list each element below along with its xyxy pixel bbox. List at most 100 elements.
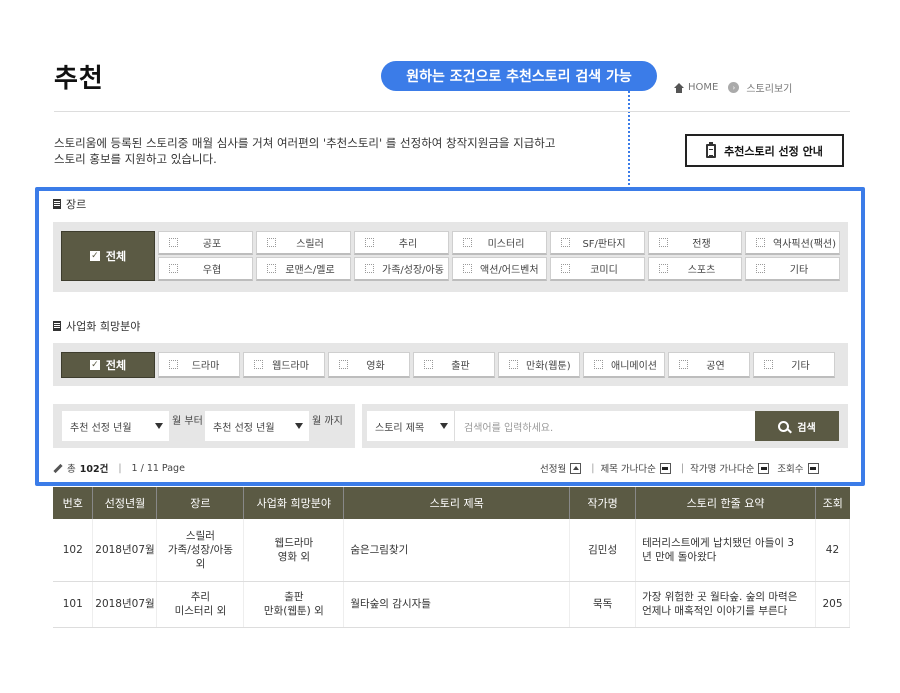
sort-title-button[interactable] <box>659 462 671 474</box>
callout-badge: 원하는 조건으로 추천스토리 검색 가능 <box>381 61 657 91</box>
genre-option[interactable]: 공포 <box>158 231 253 255</box>
cell-line: 년 만에 돌아왔다 <box>642 550 717 563</box>
checkbox-icon <box>365 238 374 247</box>
cell-summary: 테러리스트에게 납치됐던 아들이 3년 만에 돌아왔다 <box>635 519 816 582</box>
search-field-select[interactable]: 스토리 제목 <box>367 411 454 441</box>
cell-title[interactable]: 숨은그림찾기 <box>343 519 571 582</box>
column-header[interactable]: 장르 <box>156 487 245 519</box>
genre-option-label: SF/판타지 <box>582 239 626 250</box>
selection-guide-button[interactable]: 추천스토리 선정 안내 <box>685 134 844 167</box>
breadcrumb-home[interactable]: HOME <box>688 82 718 93</box>
column-header[interactable]: 스토리 제목 <box>343 487 571 519</box>
cell-line: 만화(웹툰) 외 <box>263 605 324 617</box>
sort-label-views: 조회수 <box>777 464 804 475</box>
genre-option-label: 미스터리 <box>487 239 525 250</box>
business-option[interactable]: 영화 <box>328 352 410 378</box>
cell-field: 웹드라마 영화 외 <box>243 519 345 582</box>
sort-down-icon <box>810 466 817 470</box>
genre-option[interactable]: SF/판타지 <box>550 231 645 255</box>
search-input[interactable]: 검색어를 입력하세요. <box>454 411 755 441</box>
results-table: 번호 선정년월 장르 사업화 희망분야 스토리 제목 작가명 스토리 한줄 요약… <box>53 487 851 628</box>
caret-down-icon <box>440 423 448 429</box>
cell-date: 2018년07월 <box>92 519 158 582</box>
column-header[interactable]: 사업화 희망분야 <box>243 487 345 519</box>
checkbox-icon <box>509 360 518 369</box>
cell-line: 추리 <box>190 591 211 603</box>
sort-controls: 선정월 | 제목 가나다순 | 작가명 가나다순 조회수 <box>540 461 823 475</box>
year-from-select[interactable]: 추천 선정 년월 <box>62 411 169 441</box>
business-section-label: 사업화 희망분야 <box>53 318 140 334</box>
genre-all-button[interactable]: ✓ 전체 <box>61 231 155 281</box>
cell-genre: 추리 미스터리 외 <box>156 581 245 628</box>
business-option[interactable]: 드라마 <box>158 352 240 378</box>
sort-author-button[interactable] <box>758 462 770 474</box>
cell-line: 외 <box>195 557 206 570</box>
business-option-label: 드라마 <box>191 361 220 372</box>
genre-option[interactable]: 가족/성장/아동 <box>354 257 449 281</box>
business-option[interactable]: 출판 <box>413 352 495 378</box>
cell-author: 묵독 <box>569 581 637 628</box>
cell-title[interactable]: 월타숲의 감시자들 <box>343 581 571 628</box>
search-button[interactable]: 검색 <box>755 411 839 441</box>
business-option-label: 애니메이션 <box>611 361 657 372</box>
table-row[interactable]: 101 2018년07월 추리 미스터리 외 출판 만화(웹툰) 외 월타숲의 감시자들 묵독… <box>53 581 851 628</box>
genre-option-label: 전쟁 <box>692 239 711 250</box>
genre-option-label: 추리 <box>398 239 418 250</box>
genre-option[interactable]: 전쟁 <box>648 231 742 255</box>
table-row[interactable]: 102 2018년07월 스릴러 가족/성장/아동 외 웹드라마 영화 외 숨은그림찾기 김민성… <box>53 519 851 582</box>
year-to-select[interactable]: 추천 선정 년월 <box>205 411 309 441</box>
checkbox-icon <box>267 264 276 273</box>
genre-option[interactable]: 미스터리 <box>452 231 547 255</box>
column-header[interactable]: 선정년월 <box>92 487 158 519</box>
result-summary: 총 102건 | 1 / 11 Page <box>53 461 185 475</box>
cell-line: 스릴러 <box>185 529 215 542</box>
column-header[interactable]: 스토리 한줄 요약 <box>635 487 816 519</box>
business-option[interactable]: 공연 <box>668 352 750 378</box>
genre-option[interactable]: 코미디 <box>550 257 645 281</box>
genre-option[interactable]: 기타 <box>745 257 840 281</box>
check-icon: ✓ <box>89 360 100 370</box>
genre-option[interactable]: 추리 <box>354 231 449 255</box>
search-field-value: 스토리 제목 <box>375 422 425 434</box>
year-to-value: 추천 선정 년월 <box>213 422 275 434</box>
cell-author: 김민성 <box>569 519 637 582</box>
genre-option[interactable]: 역사픽션(팩션) <box>745 231 840 255</box>
checkbox-icon <box>365 264 374 273</box>
business-option[interactable]: 만화(웹툰) <box>498 352 580 378</box>
intro-line-1: 스토리움에 등록된 스토리중 매월 심사를 거쳐 여러편의 '추천스토리' 를 … <box>54 136 556 150</box>
caret-down-icon <box>155 423 163 429</box>
business-option[interactable]: 웹드라마 <box>243 352 325 378</box>
genre-option[interactable]: 스릴러 <box>256 231 351 255</box>
table-header-row: 번호 선정년월 장르 사업화 희망분야 스토리 제목 작가명 스토리 한줄 요약… <box>53 487 850 519</box>
genre-option[interactable]: 로맨스/멜로 <box>256 257 351 281</box>
sort-down-icon <box>760 466 767 470</box>
selection-guide-label: 추천스토리 선정 안내 <box>724 144 823 158</box>
checkbox-icon <box>169 360 178 369</box>
cell-views: 205 <box>815 581 851 628</box>
genre-option-label: 우협 <box>202 265 222 276</box>
intro-text: 스토리움에 등록된 스토리중 매월 심사를 거쳐 여러편의 '추천스토리' 를 … <box>54 135 654 167</box>
column-header[interactable]: 작가명 <box>569 487 637 519</box>
business-option-label: 영화 <box>366 361 385 372</box>
business-label-text: 사업화 희망분야 <box>66 320 141 333</box>
intro-line-2: 스토리 홍보를 지원하고 있습니다. <box>54 152 217 166</box>
cell-no: 101 <box>53 581 94 628</box>
cell-line: 웹드라마 <box>274 536 314 549</box>
header-divider <box>54 111 850 112</box>
sort-views-button[interactable] <box>807 462 819 474</box>
genre-option[interactable]: 우협 <box>158 257 253 281</box>
business-all-button[interactable]: ✓ 전체 <box>61 352 155 378</box>
cell-views: 42 <box>815 519 851 582</box>
home-icon[interactable] <box>674 82 684 93</box>
genre-section-label: 장르 <box>53 196 86 212</box>
genre-option[interactable]: 액션/어드벤처 <box>452 257 547 281</box>
column-header[interactable]: 조회 <box>815 487 850 519</box>
breadcrumb-current[interactable]: 스토리보기 <box>746 80 792 95</box>
column-header[interactable]: 번호 <box>53 487 94 519</box>
business-option[interactable]: 기타 <box>753 352 835 378</box>
sort-date-button[interactable] <box>570 462 582 474</box>
genre-option[interactable]: 스포츠 <box>648 257 742 281</box>
checkbox-icon <box>659 264 668 273</box>
business-option[interactable]: 애니메이션 <box>583 352 665 378</box>
caret-down-icon <box>295 423 303 429</box>
